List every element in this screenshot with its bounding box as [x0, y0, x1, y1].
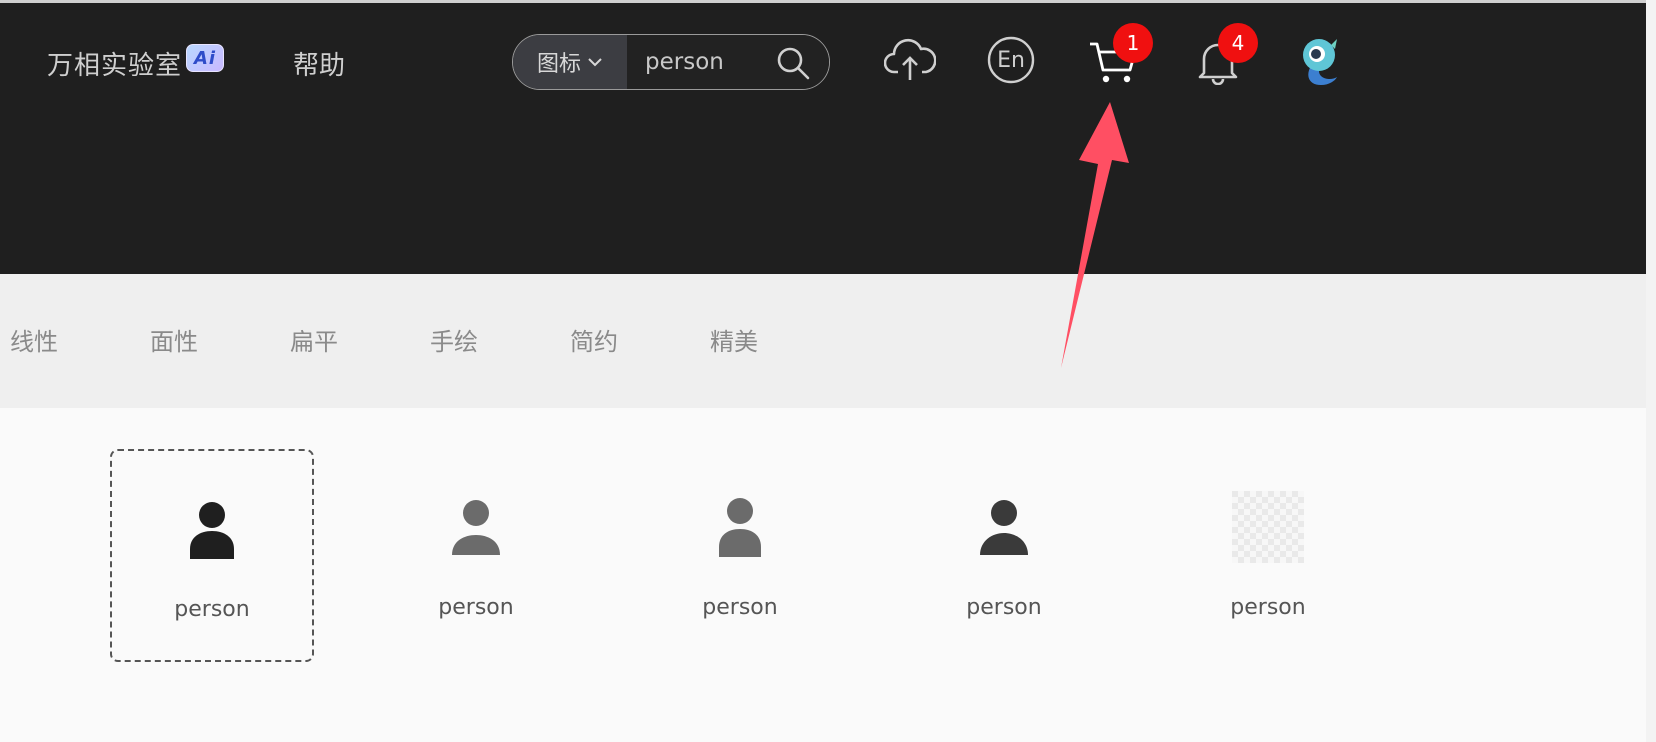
- search-type-label: 图标: [536, 52, 581, 77]
- person-body: [980, 533, 1028, 555]
- upload-button[interactable]: [884, 33, 936, 85]
- person-body: [719, 529, 761, 557]
- person-icon: [452, 500, 500, 555]
- search-type-select[interactable]: 图标: [513, 35, 627, 89]
- tab-fill[interactable]: 面性: [150, 322, 198, 362]
- person-body: [190, 531, 234, 559]
- search-box: 图标: [512, 34, 830, 90]
- icon-card-label: person: [1230, 595, 1306, 620]
- icon-card[interactable]: person: [638, 449, 842, 662]
- help-link[interactable]: 帮助: [293, 43, 345, 83]
- person-head: [727, 498, 753, 524]
- person-icon: [190, 502, 234, 559]
- mascot-avatar-icon: [1303, 39, 1337, 85]
- icon-card-label: person: [966, 595, 1042, 620]
- person-head: [463, 500, 489, 526]
- chevron-down-icon: [588, 58, 602, 67]
- person-head: [199, 502, 225, 528]
- brand-name: 万相实验室: [47, 50, 183, 81]
- person-head: [991, 500, 1017, 526]
- top-header: 万相实验室 Ai 帮助 图标 En: [0, 3, 1646, 274]
- tab-simple[interactable]: 简约: [570, 322, 618, 362]
- ai-badge: Ai: [186, 44, 225, 72]
- icon-card[interactable]: person: [374, 449, 578, 662]
- tab-hand-drawn[interactable]: 手绘: [430, 322, 478, 362]
- language-toggle[interactable]: En: [987, 36, 1035, 84]
- user-avatar-button[interactable]: [1297, 35, 1345, 87]
- search-input[interactable]: [643, 48, 777, 76]
- notification-count-badge: 4: [1218, 23, 1258, 63]
- icon-card[interactable]: person: [110, 449, 314, 662]
- icon-results-grid: person person person person person: [0, 408, 1646, 742]
- search-icon[interactable]: [775, 45, 811, 81]
- transparent-placeholder-icon: [1232, 491, 1304, 563]
- icon-card-label: person: [174, 597, 250, 622]
- style-filter-tabs: 线性 面性 扁平 手绘 简约 精美: [0, 274, 1646, 408]
- tab-flat[interactable]: 扁平: [290, 322, 338, 362]
- brand-link[interactable]: 万相实验室 Ai: [47, 43, 225, 83]
- person-icon: [980, 500, 1028, 555]
- cart-count-badge: 1: [1113, 23, 1153, 63]
- icon-card[interactable]: person: [1166, 449, 1370, 662]
- tab-line[interactable]: 线性: [10, 322, 58, 362]
- cloud-upload-icon: [884, 38, 936, 80]
- person-icon: [719, 498, 761, 557]
- icon-card-label: person: [438, 595, 514, 620]
- person-body: [452, 535, 500, 555]
- window-edge: [1646, 0, 1656, 742]
- icon-card-label: person: [702, 595, 778, 620]
- tab-refined[interactable]: 精美: [710, 322, 758, 362]
- icon-card[interactable]: person: [902, 449, 1106, 662]
- language-label: En: [997, 47, 1025, 73]
